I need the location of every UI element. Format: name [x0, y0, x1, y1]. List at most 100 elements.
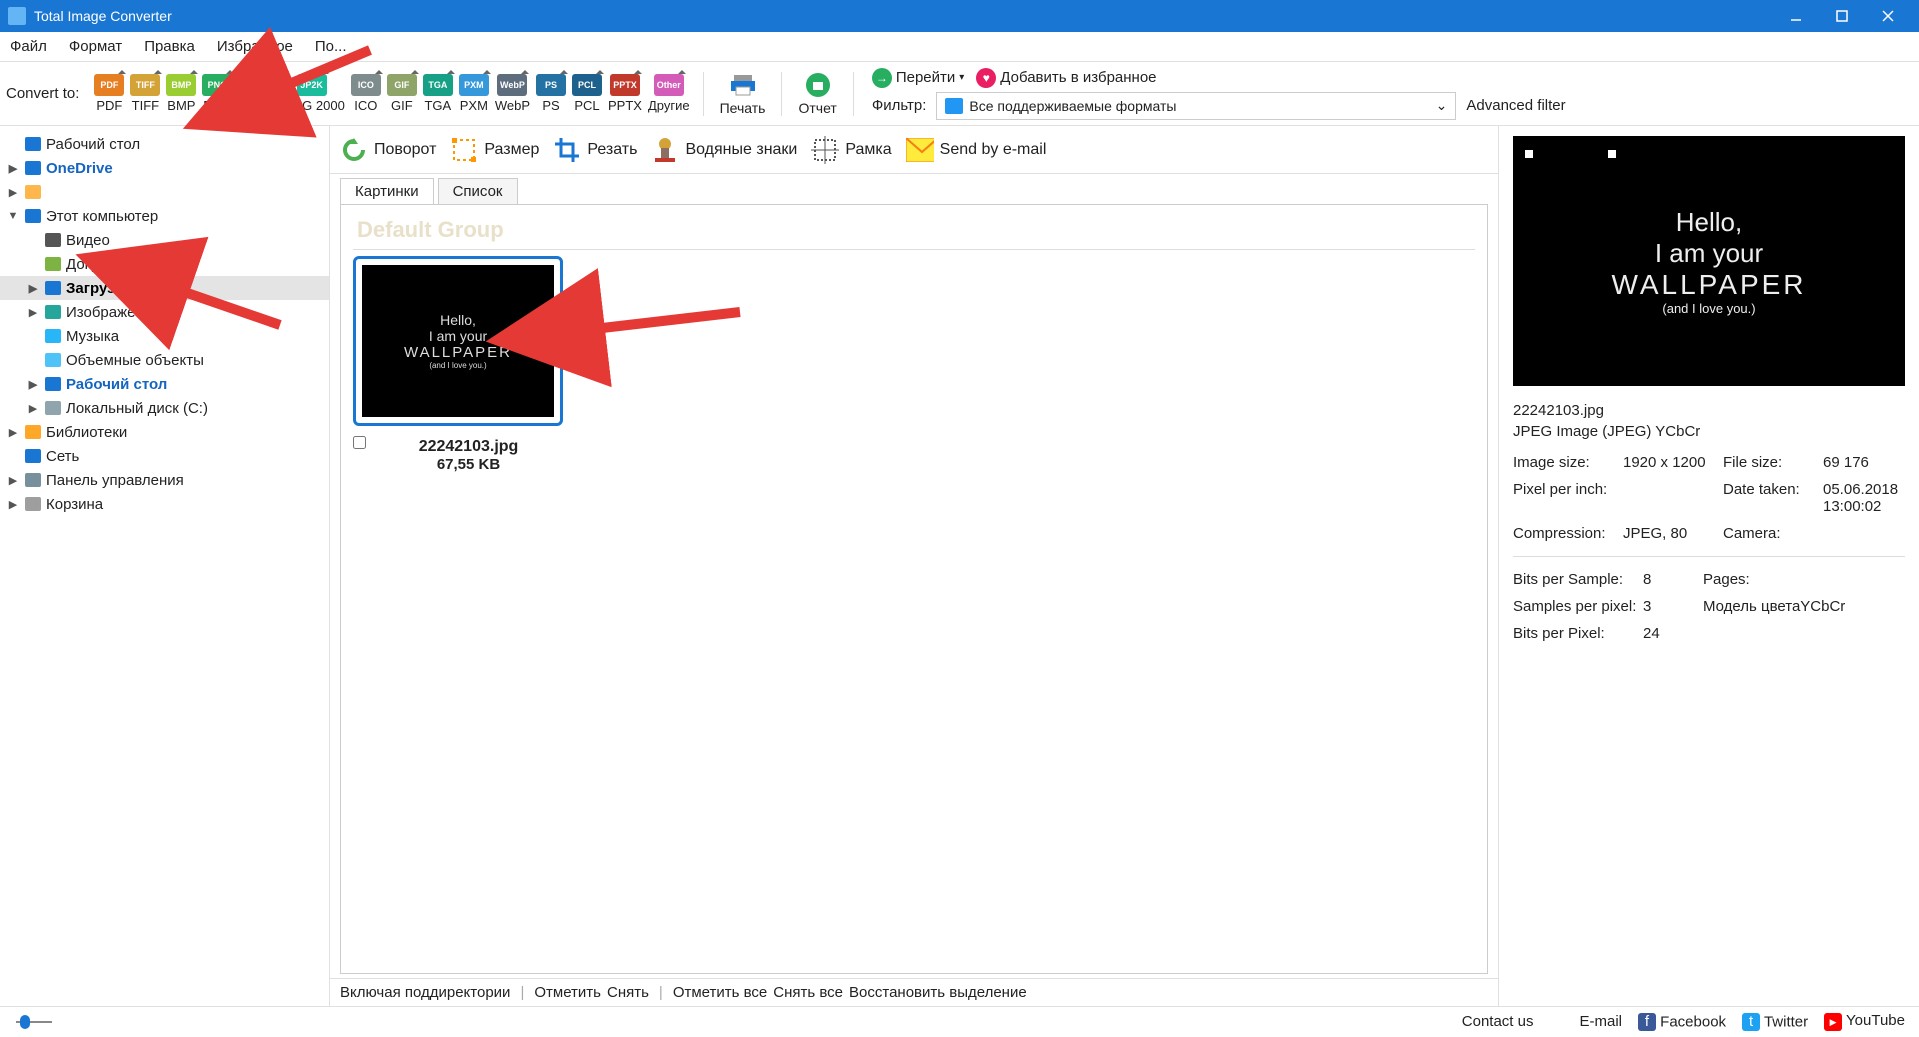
rotate-icon [340, 136, 368, 164]
menu-help[interactable]: По... [315, 38, 347, 55]
crop-icon [553, 136, 581, 164]
selection-bar: Включая поддиректории| Отметить Снять| О… [330, 978, 1498, 1006]
close-button[interactable] [1865, 0, 1911, 32]
thumbnail-checkbox[interactable] [353, 436, 366, 449]
info-filetype: JPEG Image (JPEG) YCbCr [1513, 423, 1905, 440]
folder-icon [44, 232, 62, 248]
tree-item[interactable]: ▶ [0, 180, 329, 204]
preview-image: Hello, I am your WALLPAPER (and I love y… [1513, 136, 1905, 386]
tree-item[interactable]: ▶Библиотеки [0, 420, 329, 444]
format-pptx-button[interactable]: PPTXPPTX [608, 74, 642, 113]
twitter-link[interactable]: Twitter [1764, 1013, 1808, 1030]
folder-icon [24, 448, 42, 464]
facebook-link[interactable]: Facebook [1660, 1013, 1726, 1030]
format-badge-icon: PPTX [610, 74, 640, 96]
maximize-button[interactable] [1819, 0, 1865, 32]
titlebar: Total Image Converter [0, 0, 1919, 32]
email-link[interactable]: E-mail [1579, 1013, 1622, 1030]
format-badge-icon: PCL [572, 74, 602, 96]
report-button[interactable]: Отчет [798, 72, 836, 116]
menu-file[interactable]: Файл [10, 38, 47, 55]
format-png-button[interactable]: PNGPNG [202, 74, 232, 113]
op-crop-button[interactable]: Резать [553, 136, 637, 164]
tab-list[interactable]: Список [438, 178, 518, 204]
add-favorite-button[interactable]: ♥ Добавить в избранное [976, 68, 1156, 88]
format-jpeg 2000-button[interactable]: JP2KJPEG 2000 [278, 74, 345, 113]
tree-item[interactable]: ▶Панель управления [0, 468, 329, 492]
tree-item[interactable]: ▶Корзина [0, 492, 329, 516]
menu-edit[interactable]: Правка [144, 38, 195, 55]
menu-format[interactable]: Формат [69, 38, 122, 55]
tree-item[interactable]: Документы [0, 252, 329, 276]
format-ico-button[interactable]: ICOICO [351, 74, 381, 113]
tree-item[interactable]: Сеть [0, 444, 329, 468]
operations-bar: Поворот Размер Резать Водяные знаки Рамка Sen… [330, 126, 1498, 174]
format-bmp-button[interactable]: BMPBMP [166, 74, 196, 113]
expand-icon: ▶ [6, 162, 20, 175]
op-stamp-button[interactable]: Водяные знаки [651, 136, 797, 164]
folder-icon [44, 280, 62, 296]
advanced-filter-link[interactable]: Advanced filter [1466, 97, 1565, 114]
format-pxm-button[interactable]: PXMPXM [459, 74, 489, 113]
preview-pane: Hello, I am your WALLPAPER (and I love y… [1499, 126, 1919, 1006]
go-button[interactable]: → Перейти▾ [872, 68, 964, 88]
tree-item[interactable]: ▶OneDrive [0, 156, 329, 180]
print-button[interactable]: Печать [720, 72, 766, 116]
format-jpeg-button[interactable]: JPEGJPEG [238, 74, 272, 113]
op-mail-button[interactable]: Send by e-mail [906, 136, 1047, 164]
tree-item[interactable]: ▶Локальный диск (C:) [0, 396, 329, 420]
tree-item[interactable]: Рабочий стол [0, 132, 329, 156]
filter-dropdown[interactable]: Все поддерживаемые форматы ⌄ [936, 92, 1456, 120]
thumbnail-item[interactable]: Hello, I am your WALLPAPER (and I love y… [353, 256, 563, 473]
tree-item[interactable]: Музыка [0, 324, 329, 348]
check-all-link[interactable]: Отметить все [673, 984, 767, 1001]
format-badge-icon: PS [536, 74, 566, 96]
tree-item[interactable]: Видео [0, 228, 329, 252]
format-badge-icon: WebP [497, 74, 527, 96]
format-badge-icon: JPEG [240, 74, 270, 96]
tree-item[interactable]: Объемные объекты [0, 348, 329, 372]
youtube-link[interactable]: YouTube [1846, 1012, 1905, 1029]
format-pcl-button[interactable]: PCLPCL [572, 74, 602, 113]
folder-tree: Рабочий стол▶OneDrive▶▼Этот компьютерВид… [0, 126, 330, 1006]
tree-item[interactable]: ▶Рабочий стол [0, 372, 329, 396]
folder-icon [24, 496, 42, 512]
folder-icon [44, 328, 62, 344]
expand-icon: ▶ [26, 306, 40, 319]
format-webp-button[interactable]: WebPWebP [495, 74, 530, 113]
separator [781, 72, 782, 116]
tree-item[interactable]: ▼Этот компьютер [0, 204, 329, 228]
tree-item[interactable]: ▶Изображения [0, 300, 329, 324]
format-pdf-button[interactable]: PDFPDF [94, 74, 124, 113]
minimize-button[interactable] [1773, 0, 1819, 32]
heart-icon: ♥ [976, 68, 996, 88]
toolbar: Convert to: PDFPDFTIFFTIFFBMPBMPPNGPNGJP… [0, 62, 1919, 126]
folder-icon [44, 352, 62, 368]
restore-selection-link[interactable]: Восстановить выделение [849, 984, 1027, 1001]
format-tga-button[interactable]: TGATGA [423, 74, 453, 113]
uncheck-link[interactable]: Снять [607, 984, 649, 1001]
expand-icon: ▶ [6, 186, 20, 199]
tab-pictures[interactable]: Картинки [340, 178, 434, 205]
thumbnail-filesize: 67,55 KB [374, 456, 563, 473]
image-icon [945, 98, 963, 114]
format-ps-button[interactable]: PSPS [536, 74, 566, 113]
op-rotate-button[interactable]: Поворот [340, 136, 436, 164]
uncheck-all-link[interactable]: Снять все [773, 984, 843, 1001]
format-tiff-button[interactable]: TIFFTIFF [130, 74, 160, 113]
check-link[interactable]: Отметить [534, 984, 601, 1001]
contact-us-link[interactable]: Contact us [1462, 1013, 1534, 1030]
op-frame-button[interactable]: Рамка [811, 136, 891, 164]
op-resize-button[interactable]: Размер [450, 136, 539, 164]
facebook-icon: f [1638, 1013, 1656, 1031]
format-badge-icon: JP2K [297, 74, 327, 96]
format-другие-button[interactable]: OtherДругие [648, 74, 690, 113]
menu-favorites[interactable]: Избранное [217, 38, 293, 55]
zoom-slider[interactable] [14, 1007, 54, 1037]
include-subdirs-link[interactable]: Включая поддиректории [340, 984, 510, 1001]
folder-icon [44, 400, 62, 416]
expand-icon: ▶ [6, 426, 20, 439]
tree-item[interactable]: ▶Загрузки [0, 276, 329, 300]
format-gif-button[interactable]: GIFGIF [387, 74, 417, 113]
format-badge-icon: GIF [387, 74, 417, 96]
